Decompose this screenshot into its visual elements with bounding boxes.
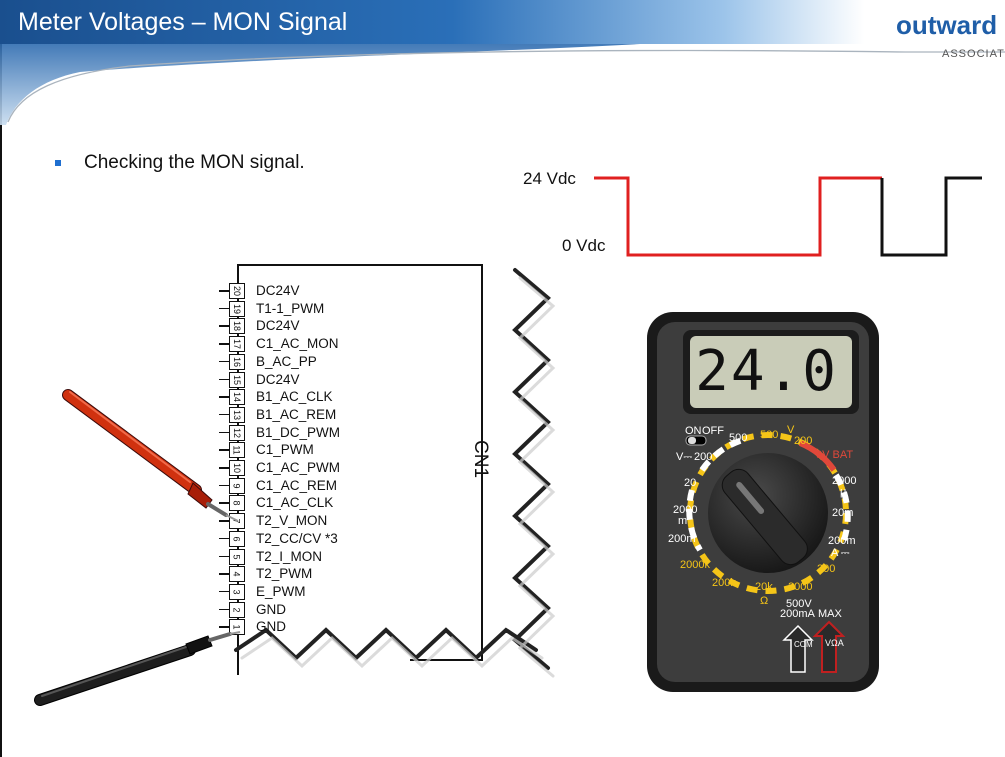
dial-label-battery: 9V BAT: [816, 449, 854, 461]
dial-label-20k: 20k: [755, 581, 773, 593]
lcd-display: 24.0: [690, 336, 852, 408]
dial-label-v500: 500: [729, 432, 748, 444]
dial-label-vac-500: 500: [760, 429, 779, 441]
dial-label-micro: μ: [840, 486, 847, 498]
dial-label-vac-200: 200: [794, 435, 813, 447]
voa-jack-label: VΩA: [825, 638, 844, 649]
switch-off-label: OFF: [702, 425, 724, 437]
lcd-reading: 24.0: [695, 339, 838, 404]
dial-label-200k: 200k: [712, 577, 736, 589]
max-rating-max: MAX: [818, 608, 842, 620]
switch-on-label: ON: [685, 425, 702, 437]
dial-label-amps-dc: A ⎓: [831, 547, 850, 559]
dial-label-v20: 20: [684, 477, 697, 489]
dial-label-m: m: [678, 515, 688, 527]
dial-label-vdc-200: 200: [694, 451, 713, 463]
dial-label-20m: 20m: [832, 507, 854, 519]
dial-label-200m: 200m: [828, 535, 856, 547]
com-jack-label: COM: [794, 640, 813, 649]
multimeter: [647, 312, 879, 692]
dial-label-2000k: 2000k: [680, 559, 710, 571]
dial-label-a200: 200: [817, 563, 836, 575]
dial-label-2000: 2000: [788, 581, 813, 593]
dial-label-vdc-sym: V⎓: [676, 451, 693, 463]
dial-label-v200m: 200m: [668, 533, 696, 545]
max-rating-200ma: 200mA: [780, 608, 815, 620]
dial-label-ohm: Ω: [760, 595, 769, 607]
